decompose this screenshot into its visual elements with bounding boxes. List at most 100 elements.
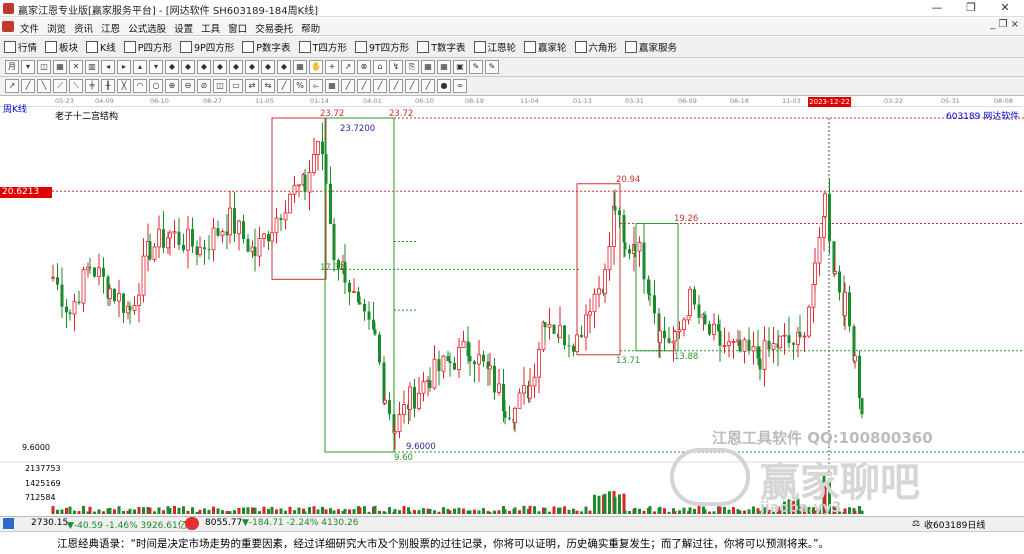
analysis-tool-8-icon[interactable]: ◠ bbox=[133, 79, 147, 93]
analysis-tool-15-icon[interactable]: ⇄ bbox=[245, 79, 259, 93]
draw-tool-11-icon[interactable]: ◆ bbox=[181, 60, 195, 74]
analysis-tool-4-icon[interactable]: ⟍ bbox=[69, 79, 83, 93]
volume-bar bbox=[723, 506, 726, 514]
draw-tool-6-icon[interactable]: ◂ bbox=[101, 60, 115, 74]
analysis-tool-6-icon[interactable]: ╫ bbox=[101, 79, 115, 93]
analysis-tool-12-icon[interactable]: ⊘ bbox=[197, 79, 211, 93]
draw-tool-29-icon[interactable]: ✎ bbox=[469, 60, 483, 74]
analysis-tool-9-icon[interactable]: ○ bbox=[149, 79, 163, 93]
volume-bar bbox=[603, 493, 607, 514]
analysis-tool-20-icon[interactable]: ▦ bbox=[325, 79, 339, 93]
draw-tool-24-icon[interactable]: ↯ bbox=[389, 60, 403, 74]
toolbar-button-6[interactable]: T四方形 bbox=[295, 37, 351, 54]
volume-bar bbox=[162, 510, 165, 514]
analysis-tool-23-icon[interactable]: ╱ bbox=[373, 79, 387, 93]
analysis-tool-14-icon[interactable]: ▭ bbox=[229, 79, 243, 93]
candle-body-up bbox=[211, 227, 216, 251]
toolbar-button-12[interactable]: 赢家服务 bbox=[621, 37, 681, 54]
draw-tool-3-icon[interactable]: ▦ bbox=[53, 60, 67, 74]
analysis-tool-16-icon[interactable]: ⇆ bbox=[261, 79, 275, 93]
draw-tool-9-icon[interactable]: ▾ bbox=[149, 60, 163, 74]
analysis-tool-3-icon[interactable]: ⟋ bbox=[53, 79, 67, 93]
draw-tool-15-icon[interactable]: ◆ bbox=[245, 60, 259, 74]
analysis-tool-25-icon[interactable]: ╱ bbox=[405, 79, 419, 93]
toolbar-button-7[interactable]: 9T四方形 bbox=[351, 37, 413, 54]
toolbar-button-5[interactable]: P数字表 bbox=[238, 37, 294, 54]
analysis-tool-11-icon[interactable]: ⊖ bbox=[181, 79, 195, 93]
draw-tool-7-icon[interactable]: ▸ bbox=[117, 60, 131, 74]
analysis-tool-5-icon[interactable]: ╪ bbox=[85, 79, 99, 93]
volume-bar bbox=[258, 511, 261, 514]
menu-item-6[interactable]: 工具 bbox=[197, 18, 224, 38]
menu-item-9[interactable]: 帮助 bbox=[297, 18, 324, 38]
grid-icon bbox=[4, 41, 16, 53]
toolbar-button-11[interactable]: 六角形 bbox=[571, 37, 622, 54]
draw-tool-4-icon[interactable]: ✕ bbox=[69, 60, 83, 74]
menu-item-8[interactable]: 交易委托 bbox=[251, 18, 297, 38]
draw-tool-16-icon[interactable]: ◆ bbox=[261, 60, 275, 74]
box1-mid-label: 17.32 bbox=[320, 263, 345, 273]
analysis-tool-27-icon[interactable]: ● bbox=[437, 79, 451, 93]
menu-item-7[interactable]: 窗口 bbox=[224, 18, 251, 38]
draw-tool-10-icon[interactable]: ◆ bbox=[165, 60, 179, 74]
volume-bar bbox=[473, 509, 476, 514]
draw-tool-22-icon[interactable]: ⊗ bbox=[357, 60, 371, 74]
draw-tool-25-icon[interactable]: ⎘ bbox=[405, 60, 419, 74]
draw-tool-1-icon[interactable]: ▾ bbox=[21, 60, 35, 74]
tnum-icon bbox=[417, 41, 430, 53]
analysis-tool-21-icon[interactable]: ╱ bbox=[341, 79, 355, 93]
analysis-tool-2-icon[interactable]: ╲ bbox=[37, 79, 51, 93]
menu-item-4[interactable]: 公式选股 bbox=[124, 18, 170, 38]
draw-tool-21-icon[interactable]: ↗ bbox=[341, 60, 355, 74]
analysis-tool-19-icon[interactable]: ⟜ bbox=[309, 79, 323, 93]
analysis-tool-1-icon[interactable]: ╱ bbox=[21, 79, 35, 93]
draw-tool-20-icon[interactable]: + bbox=[325, 60, 339, 74]
draw-tool-27-icon[interactable]: ▦ bbox=[437, 60, 451, 74]
draw-tool-18-icon[interactable]: ▦ bbox=[293, 60, 307, 74]
toolbar-button-10[interactable]: 赢家轮 bbox=[520, 37, 571, 54]
toolbar-button-1[interactable]: 板块 bbox=[41, 37, 82, 54]
analysis-tool-28-icon[interactable]: ∞ bbox=[453, 79, 467, 93]
analysis-tool-17-icon[interactable]: ╱ bbox=[277, 79, 291, 93]
draw-tool-17-icon[interactable]: ◆ bbox=[277, 60, 291, 74]
draw-tool-30-icon[interactable]: ✎ bbox=[485, 60, 499, 74]
analysis-tool-0-icon[interactable]: ↗ bbox=[5, 79, 19, 93]
analysis-tool-10-icon[interactable]: ⊕ bbox=[165, 79, 179, 93]
menu-item-0[interactable]: 文件 bbox=[16, 18, 43, 38]
draw-tool-26-icon[interactable]: ▦ bbox=[421, 60, 435, 74]
restore-button[interactable]: ❐ bbox=[954, 0, 988, 17]
analysis-tool-18-icon[interactable]: % bbox=[293, 79, 307, 93]
draw-tool-28-icon[interactable]: ▣ bbox=[453, 60, 467, 74]
menu-item-2[interactable]: 资讯 bbox=[70, 18, 97, 38]
menu-item-3[interactable]: 江恩 bbox=[97, 18, 124, 38]
draw-tool-5-icon[interactable]: ▥ bbox=[85, 60, 99, 74]
menu-item-1[interactable]: 浏览 bbox=[43, 18, 70, 38]
toolbar-button-9[interactable]: 江恩轮 bbox=[470, 37, 521, 54]
draw-tool-13-icon[interactable]: ◆ bbox=[213, 60, 227, 74]
draw-tool-0-icon[interactable]: 月 bbox=[5, 60, 19, 74]
mdi-controls[interactable]: _ ❐ × bbox=[984, 19, 1024, 35]
analysis-tool-7-icon[interactable]: ╳ bbox=[117, 79, 131, 93]
analysis-tool-13-icon[interactable]: ◫ bbox=[213, 79, 227, 93]
draw-tool-23-icon[interactable]: ⌂ bbox=[373, 60, 387, 74]
draw-tool-14-icon[interactable]: ◆ bbox=[229, 60, 243, 74]
close-button[interactable]: ✕ bbox=[988, 0, 1022, 17]
toolbar-button-4[interactable]: 9P四方形 bbox=[176, 37, 238, 54]
draw-tool-19-icon[interactable]: ✋ bbox=[309, 60, 323, 74]
toolbar-button-3[interactable]: P四方形 bbox=[120, 37, 176, 54]
toolbar-button-8[interactable]: T数字表 bbox=[413, 37, 469, 54]
minimize-button[interactable]: — bbox=[920, 0, 954, 17]
volume-bar bbox=[267, 508, 270, 514]
analysis-tool-22-icon[interactable]: ╱ bbox=[357, 79, 371, 93]
draw-tool-12-icon[interactable]: ◆ bbox=[197, 60, 211, 74]
menu-item-5[interactable]: 设置 bbox=[170, 18, 197, 38]
toolbar-button-2[interactable]: K线 bbox=[82, 37, 120, 54]
volume-bar bbox=[168, 508, 172, 514]
analysis-tool-26-icon[interactable]: ╱ bbox=[421, 79, 435, 93]
candle-body-down bbox=[567, 345, 571, 347]
draw-tool-8-icon[interactable]: ▴ bbox=[133, 60, 147, 74]
analysis-tool-24-icon[interactable]: ╱ bbox=[389, 79, 403, 93]
draw-tool-2-icon[interactable]: ◫ bbox=[37, 60, 51, 74]
toolbar-button-0[interactable]: 行情 bbox=[0, 37, 41, 54]
scale-icon[interactable]: ⚖ bbox=[912, 519, 920, 529]
